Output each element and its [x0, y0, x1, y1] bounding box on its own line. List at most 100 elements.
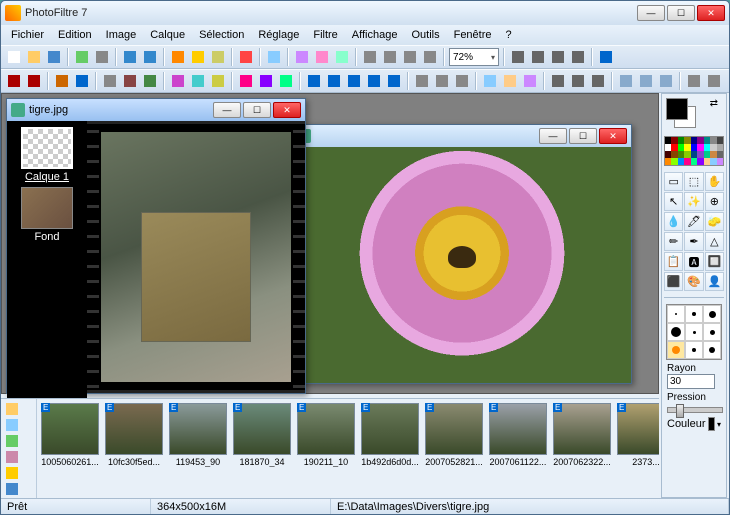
tool-0[interactable]: ▭ [664, 172, 683, 191]
menu-fichier[interactable]: Fichier [5, 27, 50, 43]
print-button[interactable] [93, 48, 111, 66]
scan-button[interactable] [73, 48, 91, 66]
thumbnail-item[interactable]: 2007052821... [425, 403, 483, 494]
child-maximize-button[interactable]: ☐ [243, 102, 271, 118]
grad2-button[interactable] [73, 72, 91, 90]
browser-star-icon[interactable] [4, 466, 20, 480]
thumbnail-item[interactable]: 2007062322... [553, 403, 611, 494]
zin-button[interactable] [509, 48, 527, 66]
thumbnail-item[interactable]: 1005060261... [41, 403, 99, 494]
tool-12[interactable]: 📋 [664, 252, 683, 271]
s2-button[interactable] [501, 72, 519, 90]
rot-r-button[interactable] [381, 48, 399, 66]
tool-13[interactable]: 🅰 [684, 252, 703, 271]
tool-16[interactable]: 🎨 [684, 272, 703, 291]
rgb-button[interactable] [237, 48, 255, 66]
maximize-button[interactable]: ☐ [667, 5, 695, 21]
paste-button[interactable] [209, 48, 227, 66]
thumbnail-item[interactable]: 181870_34 [233, 403, 291, 494]
close-button[interactable]: ✕ [697, 5, 725, 21]
child-titlebar-active[interactable]: tigre.jpg — ☐ ✕ [7, 99, 305, 121]
couleur-swatch[interactable] [708, 417, 715, 431]
tool-8[interactable]: 🧽 [705, 212, 724, 231]
menu-calque[interactable]: Calque [144, 27, 191, 43]
tool-15[interactable]: ⬛ [664, 272, 683, 291]
flip-h-button[interactable] [401, 48, 419, 66]
minimize-button[interactable]: — [637, 5, 665, 21]
pression-slider[interactable] [667, 407, 723, 413]
rayon-input[interactable] [667, 374, 715, 389]
slider-thumb[interactable] [676, 404, 684, 418]
help-button[interactable] [597, 48, 615, 66]
menu-outils[interactable]: Outils [405, 27, 445, 43]
canvas[interactable] [293, 147, 631, 383]
thumbnail-item[interactable]: 10fc30f5ed... [105, 403, 163, 494]
tool-11[interactable]: △ [705, 232, 724, 251]
copy-button[interactable] [189, 48, 207, 66]
a3-button[interactable] [209, 72, 227, 90]
tool-4[interactable]: ✨ [684, 192, 703, 211]
b2-button[interactable] [325, 72, 343, 90]
z1-button[interactable] [549, 48, 567, 66]
tool-3[interactable]: ↖ [664, 192, 683, 211]
f1-button[interactable] [617, 72, 635, 90]
swatch[interactable] [717, 158, 723, 165]
f2-button[interactable] [637, 72, 655, 90]
b1-button[interactable] [305, 72, 323, 90]
d1-button[interactable] [413, 72, 431, 90]
thumbnail-item[interactable]: 2007061122... [489, 403, 547, 494]
fx1-button[interactable] [293, 48, 311, 66]
tool-2[interactable]: ✋ [705, 172, 724, 191]
document-window-flower[interactable]: — ☐ ✕ ◂ ▸ [292, 124, 632, 384]
tool-10[interactable]: ✒ [684, 232, 703, 251]
browser-sort-icon[interactable] [4, 450, 20, 464]
cut-button[interactable] [169, 48, 187, 66]
f3-button[interactable] [657, 72, 675, 90]
browser-refresh-icon[interactable] [4, 434, 20, 448]
fx2-button[interactable] [313, 48, 331, 66]
tool-6[interactable]: 💧 [664, 212, 683, 231]
redo-button[interactable] [141, 48, 159, 66]
brush-grid[interactable] [666, 304, 722, 360]
e1-button[interactable] [549, 72, 567, 90]
undo-button[interactable] [121, 48, 139, 66]
thumbnail-item[interactable]: 2373... [617, 403, 659, 494]
browser-up-icon[interactable] [4, 418, 20, 432]
menu-filtre[interactable]: Filtre [307, 27, 343, 43]
layer-item[interactable]: Fond [19, 187, 75, 243]
flip-v-button[interactable] [421, 48, 439, 66]
text-button[interactable] [5, 72, 23, 90]
child-minimize-button[interactable]: — [213, 102, 241, 118]
child-maximize-button[interactable]: ☐ [569, 128, 597, 144]
zfit-button[interactable] [569, 48, 587, 66]
swatch[interactable] [717, 151, 723, 158]
swatch[interactable] [717, 144, 723, 151]
tool-9[interactable]: ✏ [664, 232, 683, 251]
layers-button[interactable] [265, 48, 283, 66]
thumbnail-item[interactable]: 1b492d6d0d... [361, 403, 419, 494]
h2-button[interactable] [257, 72, 275, 90]
child-minimize-button[interactable]: — [539, 128, 567, 144]
canvas[interactable] [87, 121, 305, 393]
tool-5[interactable]: ⊕ [705, 192, 724, 211]
zout-button[interactable] [529, 48, 547, 66]
child-titlebar[interactable]: — ☐ ✕ [293, 125, 631, 147]
document-window-active[interactable]: tigre.jpg — ☐ ✕ Calque 1Fond [6, 98, 306, 394]
foreground-color[interactable] [666, 98, 688, 120]
s3-button[interactable] [521, 72, 539, 90]
browser-tree-icon[interactable] [4, 402, 20, 416]
menu-affichage[interactable]: Affichage [346, 27, 404, 43]
b4-button[interactable] [365, 72, 383, 90]
b3-button[interactable] [345, 72, 363, 90]
thumbnail-item[interactable]: 190211_10 [297, 403, 355, 494]
g1-button[interactable] [685, 72, 703, 90]
tool-1[interactable]: ⬚ [684, 172, 703, 191]
swatch[interactable] [717, 137, 723, 144]
menu-sélection[interactable]: Sélection [193, 27, 250, 43]
color-palette[interactable] [664, 136, 724, 166]
grad-button[interactable] [53, 72, 71, 90]
menu-?[interactable]: ? [500, 27, 518, 43]
menu-edition[interactable]: Edition [52, 27, 98, 43]
tool-7[interactable]: 🖊 [684, 212, 703, 231]
menu-réglage[interactable]: Réglage [252, 27, 305, 43]
